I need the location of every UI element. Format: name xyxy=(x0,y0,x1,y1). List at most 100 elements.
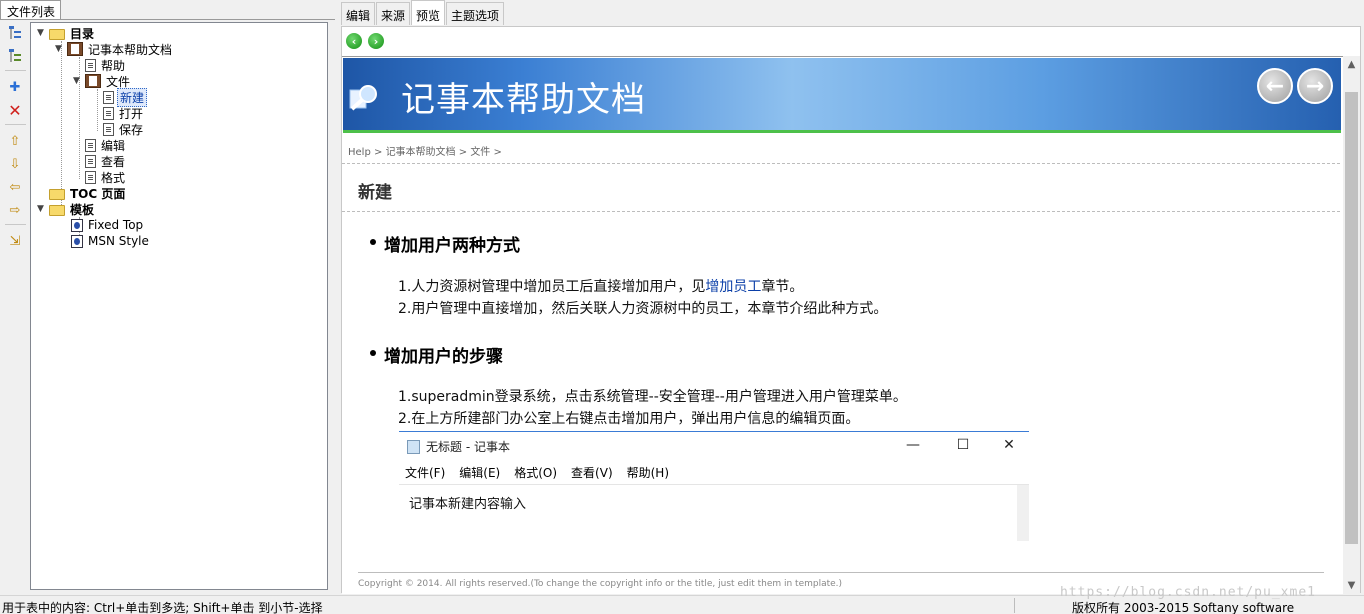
notepad-menu-item: 格式(O) xyxy=(514,466,558,480)
tree-node-doc[interactable]: ▼ 记事本帮助文档 xyxy=(53,41,174,57)
search-doc-icon xyxy=(349,85,377,111)
template-icon xyxy=(71,234,83,248)
notepad-menu-item: 查看(V) xyxy=(571,466,613,480)
scroll-thumb[interactable] xyxy=(1345,92,1358,544)
notepad-content: 记事本新建内容输入 xyxy=(409,497,527,512)
page-title: 新建 xyxy=(358,183,392,203)
banner-next-icon[interactable]: → xyxy=(1297,68,1333,104)
tab-edit[interactable]: 编辑 xyxy=(341,2,376,25)
toc-tree[interactable]: ▼ 目录 ▼ 记事本帮助文档 帮助 ▼ 文件 新建 打开 保存 编辑 查看 格式… xyxy=(30,22,328,590)
notepad-screenshot: 无标题 - 记事本 — ☐ ✕ 文件(F) 编辑(E) 格式(O) 查看(V) … xyxy=(399,431,1029,541)
maximize-icon: ☐ xyxy=(956,437,970,453)
forward-icon[interactable]: › xyxy=(368,33,384,49)
chevron-down-icon[interactable]: ▼ xyxy=(35,28,46,39)
panel-splitter[interactable] xyxy=(335,0,340,593)
paragraph-text: 1.人力资源树管理中增加员工后直接增加用户，见 xyxy=(398,279,706,295)
close-icon: ✕ xyxy=(1003,437,1015,453)
breadcrumb-sep: > xyxy=(490,147,502,158)
tree-node-templates[interactable]: ▼ 模板 xyxy=(35,201,96,217)
tab-theme-options[interactable]: 主题选项 xyxy=(446,2,505,25)
breadcrumb-sep: > xyxy=(455,147,471,158)
copyright-text: Copyright © 2014. All rights reserved.(T… xyxy=(358,579,843,589)
page-icon xyxy=(85,138,96,152)
page-banner: 记事本帮助文档 ← → xyxy=(343,58,1341,130)
page-icon xyxy=(103,106,114,120)
move-down-icon[interactable]: ⇩ xyxy=(6,155,24,173)
folder-open-icon xyxy=(49,28,65,40)
tree-node-save[interactable]: 保存 xyxy=(103,121,145,137)
scroll-down-icon[interactable]: ▼ xyxy=(1343,577,1360,594)
tree-node-edit[interactable]: 编辑 xyxy=(85,137,127,153)
folder-icon xyxy=(49,188,65,200)
status-copyright: 版权所有 2003-2015 Softany software xyxy=(1072,601,1295,614)
preview-panel: ‹ › 记事本帮助文档 ← → Help > 记事本帮助文档 > 文件 > 新建 xyxy=(341,26,1361,594)
insert-icon[interactable]: ⇲ xyxy=(6,232,24,250)
breadcrumb: Help > 记事本帮助文档 > 文件 > xyxy=(348,143,502,158)
minimize-icon: — xyxy=(906,437,920,453)
page-icon xyxy=(85,58,96,72)
page-icon xyxy=(103,122,114,136)
tree-toolbar: ✚ ✕ ⇧ ⇩ ⇦ ⇨ ⇲ xyxy=(2,22,28,590)
breadcrumb-sep: > xyxy=(370,147,386,158)
paragraph: 2.用户管理中直接增加，然后关联人力资源树中的员工，本章节介绍此种方式。 xyxy=(398,301,888,317)
folder-open-icon xyxy=(49,204,65,216)
notepad-menu: 文件(F) 编辑(E) 格式(O) 查看(V) 帮助(H) xyxy=(405,464,683,481)
preview-scrollbar[interactable]: ▲ ▼ xyxy=(1343,56,1360,594)
tree-node-toc[interactable]: TOC 页面 xyxy=(49,185,127,201)
breadcrumb-help[interactable]: Help xyxy=(348,147,371,158)
scroll-up-icon[interactable]: ▲ xyxy=(1343,56,1360,73)
tree-node-format[interactable]: 格式 xyxy=(85,169,127,185)
book-icon xyxy=(67,42,83,56)
tab-source[interactable]: 来源 xyxy=(376,2,411,25)
link-add-employee[interactable]: 增加员工 xyxy=(705,279,761,295)
notepad-icon xyxy=(407,439,420,454)
paragraph-text: 章节。 xyxy=(761,279,804,295)
breadcrumb-file[interactable]: 文件 xyxy=(470,147,490,158)
tree-node-msn-style[interactable]: MSN Style xyxy=(71,233,151,249)
notepad-menu-item: 编辑(E) xyxy=(459,466,501,480)
delete-icon[interactable]: ✕ xyxy=(6,101,24,120)
divider xyxy=(342,211,1340,212)
tree-node-fixed-top[interactable]: Fixed Top xyxy=(71,217,145,233)
divider xyxy=(358,572,1324,573)
page-icon xyxy=(85,170,96,184)
tree-node-view[interactable]: 查看 xyxy=(85,153,127,169)
collapse-tree-icon[interactable] xyxy=(6,24,24,42)
banner-prev-icon[interactable]: ← xyxy=(1257,68,1293,104)
chevron-down-icon[interactable]: ▼ xyxy=(35,204,46,215)
tree-node-open[interactable]: 打开 xyxy=(103,105,145,121)
template-icon xyxy=(71,218,83,232)
page-icon xyxy=(103,90,114,104)
tree-node-root[interactable]: ▼ 目录 xyxy=(35,25,96,41)
back-icon[interactable]: ‹ xyxy=(346,33,362,49)
tree-node-help[interactable]: 帮助 xyxy=(85,57,127,73)
move-up-icon[interactable]: ⇧ xyxy=(6,132,24,150)
notepad-titlebar: 无标题 - 记事本 xyxy=(407,438,510,455)
add-icon[interactable]: ✚ xyxy=(6,78,24,96)
book-icon xyxy=(85,74,101,88)
breadcrumb-doc[interactable]: 记事本帮助文档 xyxy=(386,147,456,158)
tab-file-list[interactable]: 文件列表 xyxy=(0,0,61,19)
move-left-icon[interactable]: ⇦ xyxy=(6,178,24,196)
editor-tabs: 编辑 来源 预览 主题选项 xyxy=(341,0,505,26)
banner-rule xyxy=(343,130,1341,133)
status-hint: 用于表中的内容: Ctrl+单击到多选; Shift+单击 到小节-选择 xyxy=(2,601,323,614)
preview-nav-bar: ‹ › xyxy=(342,27,1360,56)
notepad-scrollbar xyxy=(1017,485,1029,541)
notepad-title: 无标题 - 记事本 xyxy=(426,440,510,454)
section-title: 增加用户两种方式 xyxy=(370,231,520,256)
paragraph: 1.superadmin登录系统，点击系统管理--安全管理--用户管理进入用户管… xyxy=(398,389,907,405)
page-icon xyxy=(85,154,96,168)
paragraph: 1.人力资源树管理中增加员工后直接增加用户，见增加员工章节。 xyxy=(398,276,803,296)
tab-preview[interactable]: 预览 xyxy=(411,0,446,25)
watermark: https://blog.csdn.net/pu_xme1 xyxy=(1060,585,1316,600)
notepad-editor: 记事本新建内容输入 xyxy=(399,484,1029,541)
move-right-icon[interactable]: ⇨ xyxy=(6,201,24,219)
divider xyxy=(342,163,1340,164)
expand-tree-icon[interactable] xyxy=(6,47,24,65)
chevron-down-icon[interactable]: ▼ xyxy=(53,44,64,55)
status-separator xyxy=(1014,598,1015,613)
notepad-menu-item: 文件(F) xyxy=(405,466,446,480)
tree-node-new[interactable]: 新建 xyxy=(103,87,148,107)
chevron-down-icon[interactable]: ▼ xyxy=(71,76,82,87)
